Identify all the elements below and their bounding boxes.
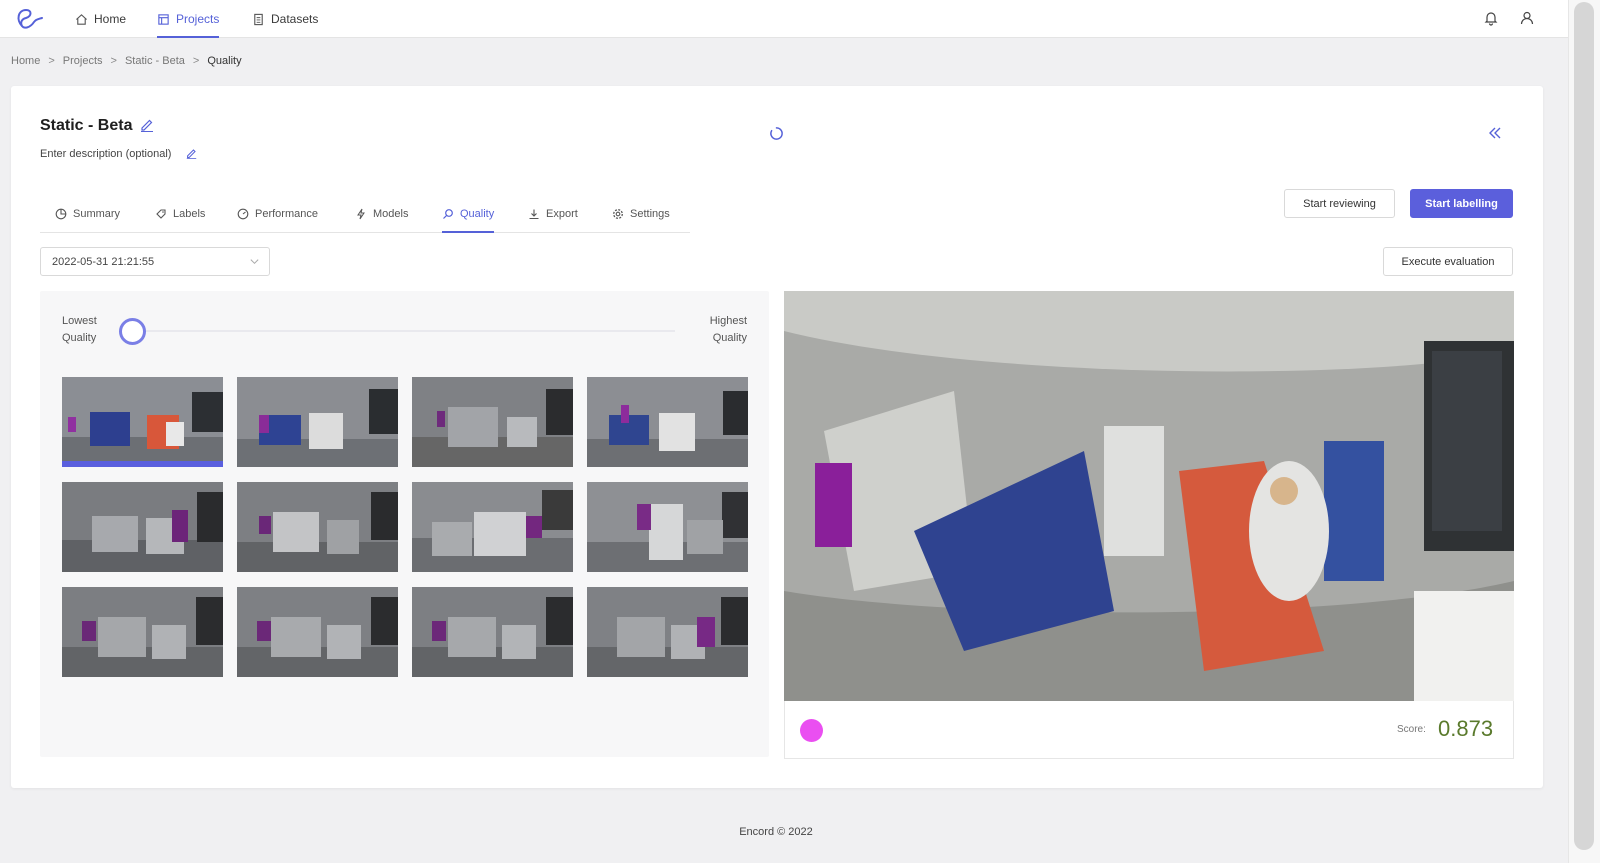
breadcrumb: Home > Projects > Static - Beta > Qualit… [11, 55, 242, 67]
top-navigation: Home Projects Datasets [0, 0, 1568, 38]
nav-home-label: Home [94, 12, 127, 26]
breadcrumb-home[interactable]: Home [11, 55, 40, 67]
footer-copyright: Encord © 2022 [739, 826, 813, 838]
quality-slider-handle[interactable] [119, 318, 146, 345]
encord-logo[interactable] [14, 6, 44, 32]
breadcrumb-separator: > [110, 55, 117, 67]
nav-projects[interactable]: Projects [157, 0, 220, 38]
download-icon [529, 209, 539, 220]
projects-icon [158, 13, 169, 25]
sample-image [237, 587, 398, 677]
label-color-indicator [800, 719, 823, 742]
sample-image [412, 377, 573, 467]
chevron-down-icon [250, 259, 259, 265]
bell-icon[interactable] [1483, 10, 1499, 26]
edit-title-icon[interactable] [140, 118, 154, 132]
sample-image [412, 482, 573, 572]
sample-thumbnail[interactable] [412, 482, 573, 572]
slider-lowest-line1: Lowest [62, 315, 97, 327]
slider-highest-label: Highest Quality [700, 313, 747, 347]
sample-thumbnail[interactable] [237, 587, 398, 677]
sample-image [587, 482, 748, 572]
sample-thumbnail[interactable] [587, 377, 748, 467]
project-title: Static - Beta [40, 117, 133, 134]
gear-icon [613, 209, 623, 219]
edit-description-icon[interactable] [186, 148, 197, 159]
sample-thumbnail[interactable] [412, 377, 573, 467]
tab-quality[interactable]: Quality [442, 196, 495, 233]
loading-spinner-icon [770, 127, 783, 140]
sample-image [62, 587, 223, 677]
sample-image [237, 377, 398, 467]
score-value: 0.873 [1438, 716, 1494, 741]
quality-slider-track[interactable] [145, 330, 675, 332]
tab-settings[interactable]: Settings [612, 196, 670, 232]
sample-image [237, 482, 398, 572]
tab-export[interactable]: Export [528, 196, 578, 232]
collapse-panel-icon[interactable] [1487, 125, 1503, 141]
project-description[interactable]: Enter description (optional) [40, 148, 171, 160]
tab-summary[interactable]: Summary [55, 196, 120, 232]
sample-image [587, 587, 748, 677]
nav-home[interactable]: Home [75, 0, 126, 38]
tag-icon [156, 209, 166, 219]
tab-summary-label: Summary [73, 208, 121, 220]
breadcrumb-projects[interactable]: Projects [63, 55, 103, 67]
dashboard-icon [237, 208, 249, 220]
tab-performance[interactable]: Performance [237, 196, 318, 232]
tab-export-label: Export [546, 208, 578, 220]
tab-performance-label: Performance [255, 208, 318, 220]
slider-lowest-label: Lowest Quality [62, 313, 97, 347]
breadcrumb-project[interactable]: Static - Beta [125, 55, 185, 67]
sample-thumbnail[interactable] [62, 377, 223, 467]
lightning-icon [357, 208, 365, 220]
tab-models-label: Models [373, 208, 409, 220]
datasets-icon [254, 13, 263, 25]
sample-thumbnail[interactable] [587, 587, 748, 677]
preview-image[interactable] [784, 291, 1514, 701]
sample-thumbnail[interactable] [412, 587, 573, 677]
tab-labels[interactable]: Labels [155, 196, 205, 232]
nav-datasets[interactable]: Datasets [252, 0, 318, 38]
sample-thumbnail[interactable] [237, 377, 398, 467]
sample-thumbnail[interactable] [237, 482, 398, 572]
breadcrumb-separator: > [192, 55, 200, 67]
quality-search-icon [443, 209, 453, 219]
user-icon[interactable] [1519, 10, 1535, 26]
tab-settings-label: Settings [630, 208, 670, 220]
breadcrumb-separator: > [48, 55, 55, 67]
preview-scene [784, 291, 1514, 701]
slider-highest-line2: Quality [712, 332, 747, 344]
start-reviewing-button[interactable]: Start reviewing [1284, 189, 1395, 218]
home-icon [76, 13, 87, 25]
nav-datasets-label: Datasets [271, 12, 319, 26]
tab-quality-label: Quality [460, 208, 495, 220]
sample-image [62, 482, 223, 572]
evaluation-select-value: 2022-05-31 21:21:55 [52, 255, 155, 268]
pie-chart-icon [55, 208, 67, 220]
tab-labels-label: Labels [173, 208, 206, 220]
tab-models[interactable]: Models [355, 196, 408, 232]
sample-thumbnail[interactable] [62, 587, 223, 677]
page-scrollbar-thumb[interactable] [1574, 2, 1594, 850]
score-label: Score: [1397, 724, 1426, 735]
slider-lowest-line2: Quality [62, 332, 97, 344]
project-tabs: Summary Labels Performance Models Qualit… [40, 196, 690, 233]
sample-thumbnail[interactable] [587, 482, 748, 572]
sample-image [62, 377, 223, 467]
slider-highest-line1: Highest [709, 315, 747, 327]
execute-evaluation-button[interactable]: Execute evaluation [1383, 247, 1513, 276]
start-labelling-button[interactable]: Start labelling [1410, 189, 1513, 218]
breadcrumb-current: Quality [207, 55, 242, 67]
sample-image [587, 377, 748, 467]
nav-projects-label: Projects [176, 12, 220, 26]
sample-image [412, 587, 573, 677]
evaluation-select[interactable]: 2022-05-31 21:21:55 [40, 247, 270, 276]
sample-thumbnail[interactable] [62, 482, 223, 572]
